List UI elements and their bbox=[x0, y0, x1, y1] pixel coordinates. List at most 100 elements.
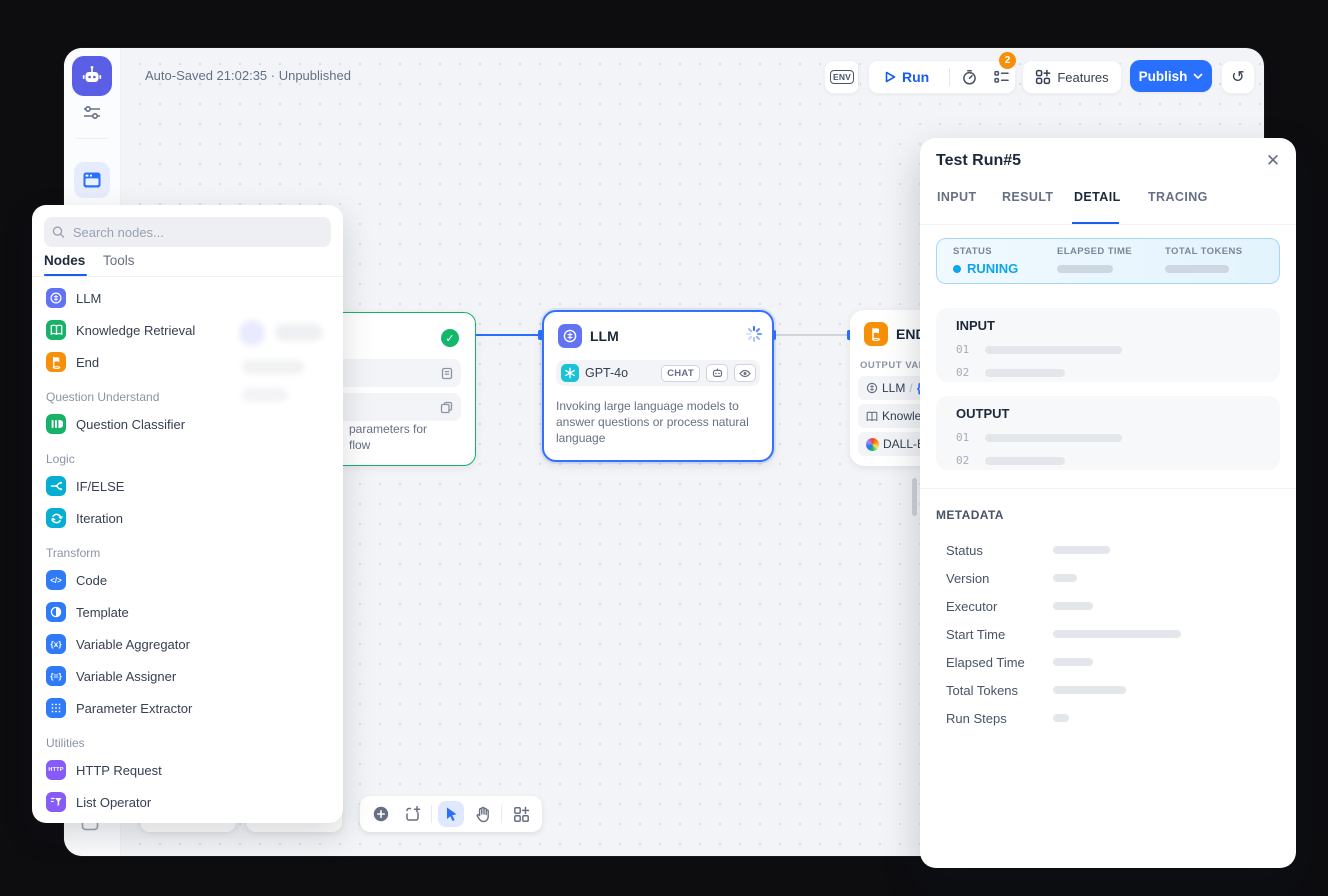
variable-assigner-icon: {=} bbox=[46, 666, 66, 686]
close-button[interactable]: ✕ bbox=[1260, 148, 1286, 174]
metadata-row: Run Steps bbox=[946, 704, 1276, 732]
hand-mode-button[interactable] bbox=[470, 801, 496, 827]
node-item-llm[interactable]: LLM bbox=[32, 282, 343, 314]
edge-llm-to-end bbox=[774, 334, 850, 336]
skeleton-bar bbox=[1053, 686, 1126, 694]
run-panel-title: Test Run#5 bbox=[936, 152, 1021, 170]
tab-input[interactable]: INPUT bbox=[937, 190, 977, 204]
loading-spinner-icon bbox=[746, 326, 762, 342]
skeleton-bar bbox=[1053, 574, 1077, 582]
node-item-iteration[interactable]: Iteration bbox=[32, 502, 343, 534]
tab-tools[interactable]: Tools bbox=[103, 253, 135, 268]
publish-button[interactable]: Publish bbox=[1130, 60, 1212, 92]
organize-nodes-button[interactable] bbox=[508, 801, 534, 827]
node-item-parameter-extractor[interactable]: Parameter Extractor bbox=[32, 692, 343, 724]
node-item-variable-aggregator[interactable]: {x} Variable Aggregator bbox=[32, 628, 343, 660]
pill-separator bbox=[949, 68, 950, 86]
note-plus-icon bbox=[404, 806, 421, 823]
llm-node[interactable]: LLM GPT-4o CHAT bbox=[542, 310, 774, 462]
model-selector[interactable]: GPT-4o CHAT bbox=[556, 360, 760, 386]
http-request-icon: HTTP bbox=[46, 760, 66, 780]
workflow-button[interactable] bbox=[74, 162, 110, 198]
panel-divider bbox=[920, 488, 1296, 489]
question-classifier-icon bbox=[46, 414, 66, 434]
node-item-if-else[interactable]: IF/ELSE bbox=[32, 470, 343, 502]
input-card-title: INPUT bbox=[956, 318, 1260, 333]
status-label: STATUS bbox=[953, 246, 1018, 257]
node-search-box[interactable] bbox=[44, 217, 331, 247]
search-icon bbox=[52, 225, 65, 239]
end-icon bbox=[46, 352, 66, 372]
dalle-icon bbox=[866, 438, 879, 451]
llm-node-title: LLM bbox=[590, 328, 619, 344]
layout-grid-icon bbox=[513, 806, 530, 823]
group-header: Logic bbox=[46, 452, 75, 466]
features-button[interactable]: Features bbox=[1022, 60, 1122, 94]
tab-nodes[interactable]: Nodes bbox=[44, 253, 85, 268]
history-icon: ↺ bbox=[1231, 67, 1244, 87]
llm-ref-icon bbox=[866, 382, 878, 394]
env-label: ENV bbox=[830, 70, 854, 84]
node-item-code[interactable]: </> Code bbox=[32, 564, 343, 596]
vision-badge bbox=[734, 364, 756, 382]
skeleton-bar bbox=[1053, 546, 1110, 554]
node-item-list-operator[interactable]: List Operator bbox=[32, 786, 343, 818]
node-item-knowledge-retrieval[interactable]: Knowledge Retrieval bbox=[32, 314, 343, 346]
checklist-icon bbox=[993, 69, 1010, 85]
row-number: 01 bbox=[956, 343, 969, 356]
tune-button[interactable] bbox=[82, 104, 102, 122]
search-input[interactable] bbox=[71, 224, 323, 241]
edge-start-to-llm bbox=[474, 334, 542, 336]
skeleton-bar bbox=[1053, 714, 1069, 722]
app-logo[interactable] bbox=[72, 56, 112, 96]
end-node-icon bbox=[864, 322, 888, 346]
tab-result[interactable]: RESULT bbox=[1002, 190, 1053, 204]
test-run-panel: Test Run#5 ✕ INPUT RESULT DETAIL TRACING… bbox=[920, 138, 1296, 868]
canvas-scrollbar[interactable] bbox=[912, 478, 917, 516]
add-node-button[interactable] bbox=[368, 801, 394, 827]
sliders-icon bbox=[82, 104, 102, 122]
node-item-variable-assigner[interactable]: {=} Variable Assigner bbox=[32, 660, 343, 692]
history-button[interactable]: ↺ bbox=[1221, 60, 1255, 94]
skeleton-bar bbox=[1057, 265, 1113, 273]
skeleton-bar bbox=[1165, 265, 1229, 273]
metadata-row: Total Tokens bbox=[946, 676, 1276, 704]
group-header: Transform bbox=[46, 546, 100, 560]
variable-aggregator-icon: {x} bbox=[46, 634, 66, 654]
status-dot-icon bbox=[953, 265, 961, 273]
template-icon bbox=[46, 602, 66, 622]
close-icon: ✕ bbox=[1266, 151, 1280, 171]
node-item-question-classifier[interactable]: Question Classifier bbox=[32, 408, 343, 440]
parameter-extractor-icon bbox=[46, 698, 66, 718]
tab-detail[interactable]: DETAIL bbox=[1074, 190, 1121, 204]
features-grid-icon bbox=[1035, 69, 1051, 85]
row-number: 02 bbox=[956, 366, 969, 379]
model-name: GPT-4o bbox=[585, 366, 655, 380]
agent-badge bbox=[706, 364, 728, 382]
pointer-mode-button[interactable] bbox=[438, 801, 464, 827]
cursor-icon bbox=[444, 806, 459, 822]
skeleton-bar bbox=[985, 434, 1122, 442]
toolbar-separator bbox=[501, 805, 502, 823]
node-item-end[interactable]: End bbox=[32, 346, 343, 378]
robot-icon bbox=[80, 64, 104, 88]
tab-tracing[interactable]: TRACING bbox=[1148, 190, 1208, 204]
output-card-title: OUTPUT bbox=[956, 406, 1260, 421]
node-item-template[interactable]: Template bbox=[32, 596, 343, 628]
success-check-icon: ✓ bbox=[441, 329, 459, 347]
metadata-row: Version bbox=[946, 564, 1276, 592]
llm-node-icon bbox=[558, 324, 582, 348]
window-icon bbox=[82, 171, 102, 189]
run-button[interactable]: Run bbox=[869, 69, 943, 85]
timer-button[interactable] bbox=[956, 61, 983, 93]
status-value: RUNING bbox=[953, 261, 1018, 276]
metadata-title: METADATA bbox=[936, 508, 1004, 522]
copy-icon bbox=[440, 401, 453, 414]
chevron-down-icon bbox=[1193, 73, 1203, 80]
iteration-icon bbox=[46, 508, 66, 528]
book-icon bbox=[866, 411, 878, 422]
env-button[interactable]: ENV bbox=[824, 60, 860, 94]
add-note-button[interactable] bbox=[400, 801, 426, 827]
plus-circle-icon bbox=[372, 805, 390, 823]
node-item-http-request[interactable]: HTTP HTTP Request bbox=[32, 754, 343, 786]
